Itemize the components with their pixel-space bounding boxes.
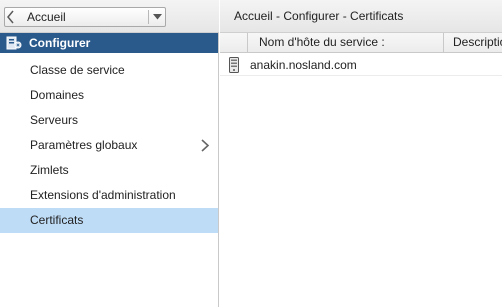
chevron-right-icon[interactable] [200,139,210,152]
configure-icon [6,36,22,50]
column-header-host[interactable]: Nom d'hôte du service : [248,33,444,52]
section-title: Configurer [29,36,91,50]
admin-console: Accueil Configurer Classe de service Dom… [0,0,502,307]
nav-item-label: Paramètres globaux [30,138,138,152]
nav-item-extensions-administration[interactable]: Extensions d'administration [0,183,218,208]
nav-item-certificats[interactable]: Certificats [0,208,218,233]
breadcrumb: Accueil - Configurer - Certificats [220,0,502,33]
table-header: Nom d'hôte du service : Description [220,33,502,53]
host-name-cell: anakin.nosland.com [250,58,357,72]
nav-item-label: Zimlets [30,163,69,177]
nav-item-parametres-globaux[interactable]: Paramètres globaux [0,133,218,158]
table-row[interactable]: anakin.nosland.com [220,54,502,76]
nav-item-domaines[interactable]: Domaines [0,83,218,108]
nav-item-label: Serveurs [30,113,79,127]
nav-item-serveurs[interactable]: Serveurs [0,108,218,133]
server-icon [229,57,239,73]
column-header-icon[interactable] [220,33,248,52]
nav-item-label: Classe de service [30,63,125,77]
nav-item-zimlets[interactable]: Zimlets [0,158,218,183]
back-chevron-icon[interactable] [5,8,17,26]
column-header-description[interactable]: Description [444,33,502,52]
dropdown-arrow-icon[interactable] [149,8,165,26]
nav-item-label: Domaines [30,88,85,102]
nav-item-classe-de-service[interactable]: Classe de service [0,58,218,83]
configure-menu: Classe de service Domaines Serveurs Para… [0,58,218,233]
navigation-pane: Accueil Configurer Classe de service Dom… [0,0,219,307]
content-pane: Accueil - Configurer - Certificats Nom d… [220,0,502,307]
nav-item-label: Certificats [30,213,84,227]
navigation-toolbar: Accueil [0,0,219,33]
home-link[interactable]: Accueil [17,8,148,26]
home-navigation-combo[interactable]: Accueil [4,7,166,27]
nav-item-label: Extensions d'administration [30,188,176,202]
section-header-configure: Configurer [0,33,218,53]
